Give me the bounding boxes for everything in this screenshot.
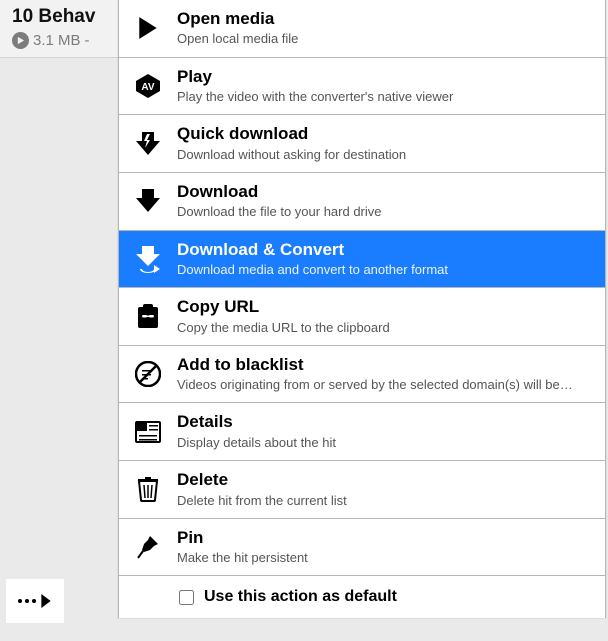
- ellipsis-icon: [18, 599, 36, 603]
- menu-item-desc: Display details about the hit: [177, 435, 589, 451]
- menu-item-title: Pin: [177, 528, 589, 548]
- menu-item-title: Quick download: [177, 124, 589, 144]
- menu-item-desc: Copy the media URL to the clipboard: [177, 320, 589, 336]
- menu-item-download[interactable]: Download Download the file to your hard …: [119, 173, 605, 231]
- menu-footer: Use this action as default: [119, 576, 605, 618]
- more-actions-button[interactable]: [6, 579, 64, 623]
- menu-item-desc: Download media and convert to another fo…: [177, 262, 589, 278]
- menu-item-title: Copy URL: [177, 297, 589, 317]
- file-size: 3.1 MB: [33, 32, 81, 49]
- menu-item-desc: Videos originating from or served by the…: [177, 377, 589, 393]
- download-convert-icon: [133, 245, 163, 273]
- menu-item-title: Download: [177, 182, 589, 202]
- svg-text:AV: AV: [141, 82, 154, 93]
- play-circle-icon: [12, 32, 29, 49]
- play-triangle-icon: [133, 16, 163, 40]
- menu-item-quick-download[interactable]: Quick download Download without asking f…: [119, 115, 605, 173]
- menu-item-title: Open media: [177, 9, 589, 29]
- default-action-checkbox[interactable]: [179, 590, 194, 605]
- menu-item-desc: Make the hit persistent: [177, 550, 589, 566]
- menu-item-title: Play: [177, 67, 589, 87]
- menu-item-blacklist[interactable]: Add to blacklist Videos originating from…: [119, 346, 605, 404]
- play-triangle-icon: [40, 594, 52, 608]
- clipboard-link-icon: [133, 304, 163, 330]
- menu-item-delete[interactable]: Delete Delete hit from the current list: [119, 461, 605, 519]
- meta-dash: -: [85, 32, 90, 49]
- trash-icon: [133, 476, 163, 502]
- context-menu: Open media Open local media file AV Play…: [118, 0, 606, 618]
- av-badge-icon: AV: [133, 73, 163, 99]
- pin-icon: [133, 534, 163, 560]
- blacklist-icon: [133, 361, 163, 387]
- menu-item-title: Download & Convert: [177, 240, 589, 260]
- details-icon: [133, 421, 163, 443]
- menu-item-play[interactable]: AV Play Play the video with the converte…: [119, 58, 605, 116]
- menu-item-desc: Download without asking for destination: [177, 147, 589, 163]
- download-arrow-icon: [133, 188, 163, 214]
- default-action-label: Use this action as default: [204, 588, 397, 606]
- menu-item-copy-url[interactable]: Copy URL Copy the media URL to the clipb…: [119, 288, 605, 346]
- bolt-down-icon: [133, 131, 163, 157]
- menu-item-title: Add to blacklist: [177, 355, 589, 375]
- menu-item-details[interactable]: Details Display details about the hit: [119, 403, 605, 461]
- menu-item-title: Details: [177, 412, 589, 432]
- menu-item-desc: Open local media file: [177, 31, 589, 47]
- menu-item-desc: Download the file to your hard drive: [177, 204, 589, 220]
- menu-item-open-media[interactable]: Open media Open local media file: [119, 0, 605, 58]
- menu-item-title: Delete: [177, 470, 589, 490]
- menu-item-desc: Play the video with the converter's nati…: [177, 89, 589, 105]
- menu-item-pin[interactable]: Pin Make the hit persistent: [119, 519, 605, 577]
- menu-item-desc: Delete hit from the current list: [177, 493, 589, 509]
- menu-item-download-convert[interactable]: Download & Convert Download media and co…: [119, 231, 605, 289]
